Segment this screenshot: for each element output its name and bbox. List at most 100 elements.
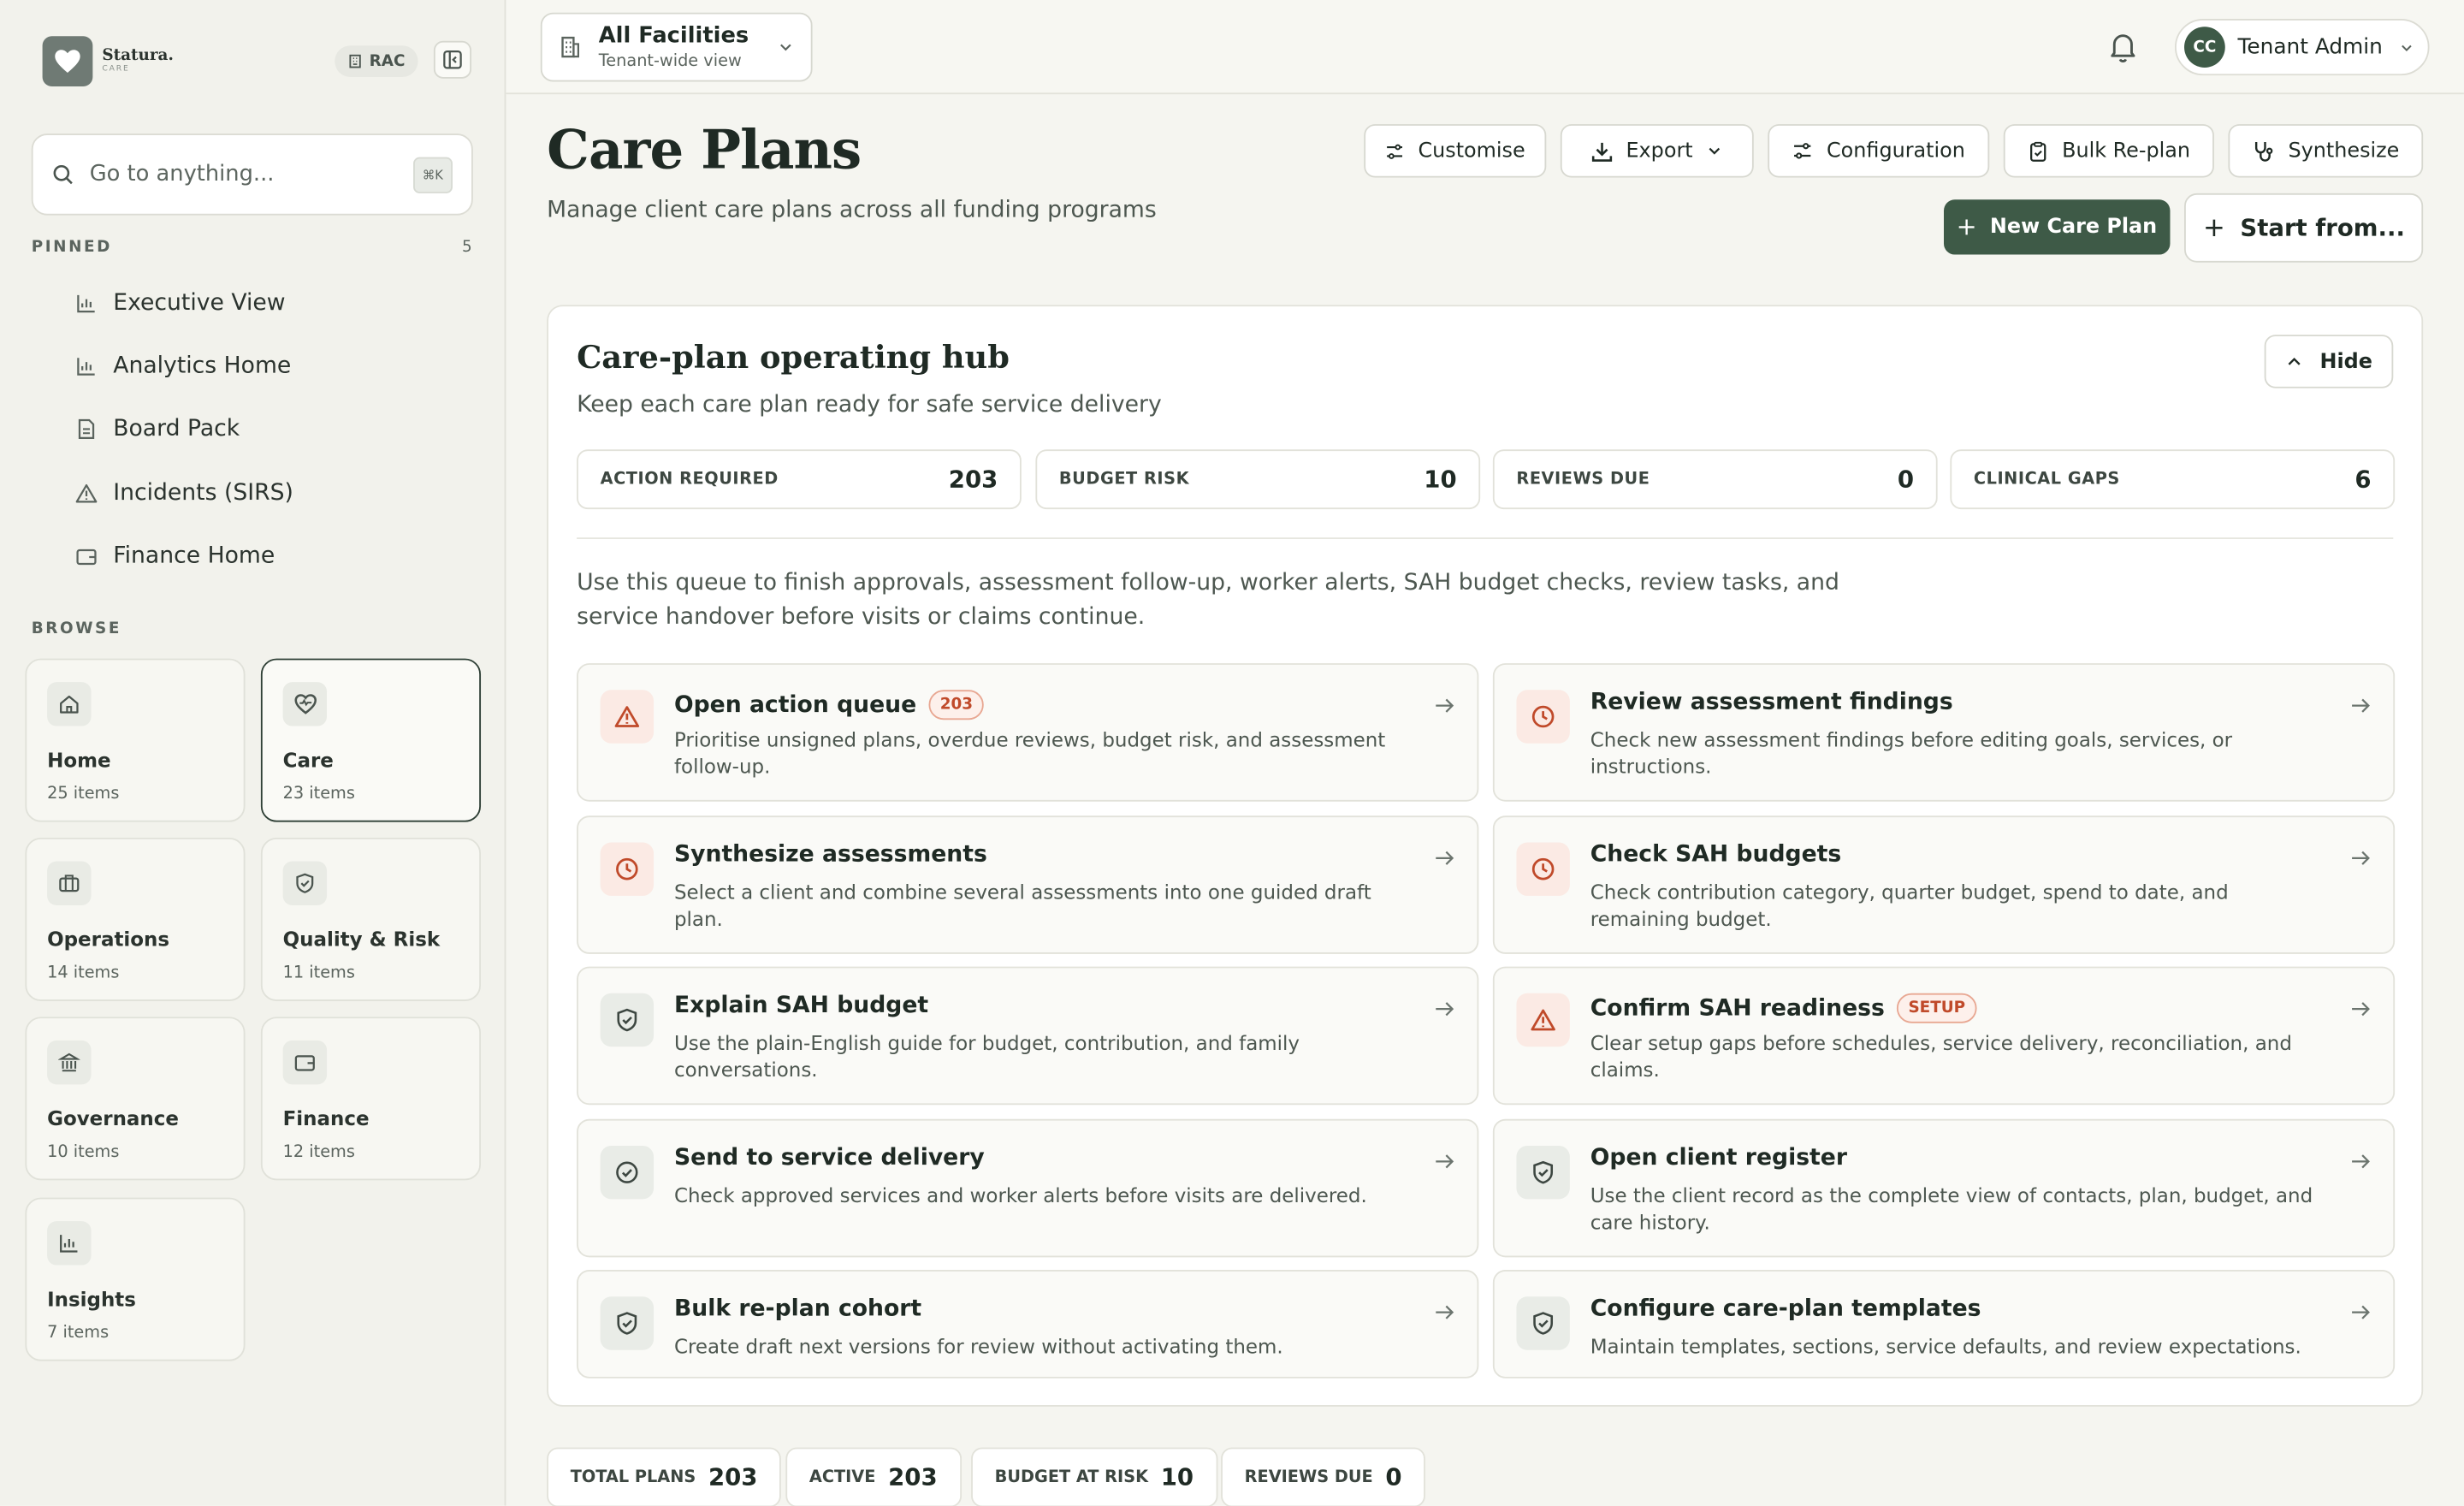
summary-label: ACTIVE <box>808 1467 876 1487</box>
tenant-tag-label: RAC <box>369 52 406 70</box>
clipboard-icon <box>2030 140 2046 161</box>
summary-active[interactable]: ACTIVE 203 <box>785 1447 962 1506</box>
facility-selector[interactable]: All Facilities Tenant-wide view <box>540 12 813 82</box>
bell-icon <box>2111 34 2135 62</box>
start-from-button[interactable]: Start from... <box>2184 193 2424 263</box>
arrow-right-icon <box>1436 851 1454 865</box>
page-subtitle: Manage client care plans across all fund… <box>547 198 1157 223</box>
action-configure-templates[interactable]: Configure care-plan templates Maintain t… <box>1492 1270 2396 1379</box>
customise-button[interactable]: Customise <box>1364 124 1547 178</box>
arrow-right-icon <box>1436 1154 1454 1169</box>
search-input[interactable] <box>89 162 398 187</box>
action-title: Send to service delivery <box>673 1145 985 1171</box>
synthesize-button[interactable]: Synthesize <box>2228 124 2424 178</box>
hide-label: Hide <box>2319 349 2372 374</box>
plus-icon <box>1959 219 1975 235</box>
stat-label: ACTION REQUIRED <box>600 470 779 489</box>
action-open-action-queue[interactable]: Open action queue 203 Prioritise unsigned… <box>577 663 1479 802</box>
download-icon <box>1591 141 1612 161</box>
summary-value: 10 <box>1160 1462 1194 1492</box>
pinned-item-executive-view[interactable]: Executive View <box>75 290 286 317</box>
tenant-tag[interactable]: RAC <box>335 45 418 77</box>
user-menu[interactable]: CC Tenant Admin <box>2174 19 2430 76</box>
shield-icon <box>1516 1296 1570 1350</box>
browse-card-count: 14 items <box>47 963 120 982</box>
shield-icon <box>282 861 328 905</box>
summary-budget-at-risk[interactable]: BUDGET AT RISK 10 <box>971 1447 1217 1506</box>
action-title: Review assessment findings <box>1590 690 1953 715</box>
search-icon <box>53 164 73 185</box>
new-care-plan-button[interactable]: New Care Plan <box>1943 199 2171 255</box>
action-description: Maintain templates, sections, service de… <box>1590 1334 2301 1358</box>
browse-card-quality-risk[interactable]: Quality & Risk 11 items <box>260 837 482 1001</box>
bulk-replan-button[interactable]: Bulk Re-plan <box>2003 124 2214 178</box>
action-description: Clear setup gaps before schedules, servi… <box>1590 1030 2292 1082</box>
action-title: Configure care-plan templates <box>1590 1296 1981 1322</box>
action-synthesize-assessments[interactable]: Synthesize assessments Select a client a… <box>577 815 1479 954</box>
stat-reviews-due[interactable]: REVIEWS DUE 0 <box>1492 449 1938 510</box>
collapse-sidebar-button[interactable] <box>433 40 472 79</box>
browse-card-title: Governance <box>47 1106 179 1130</box>
warning-icon <box>1516 993 1570 1047</box>
plus-icon <box>2205 219 2222 236</box>
summary-label: TOTAL PLANS <box>570 1467 696 1487</box>
summary-value: 0 <box>1385 1462 1402 1492</box>
action-bulk-replan-cohort[interactable]: Bulk re-plan cohort Create draft next ve… <box>577 1270 1479 1379</box>
pinned-item-label: Executive View <box>113 290 286 317</box>
check-circle-icon <box>600 1145 654 1200</box>
browse-card-finance[interactable]: Finance 12 items <box>260 1017 482 1181</box>
chart-icon <box>77 358 95 376</box>
action-explain-sah-budget[interactable]: Explain SAH budget Use the plain-English… <box>577 966 1479 1106</box>
shield-icon <box>1516 1145 1570 1200</box>
document-icon <box>78 418 95 439</box>
browse-card-governance[interactable]: Governance 10 items <box>25 1017 246 1181</box>
summary-reviews-due[interactable]: REVIEWS DUE 0 <box>1221 1447 1426 1506</box>
summary-total-plans[interactable]: TOTAL PLANS 203 <box>547 1447 782 1506</box>
pinned-item-board-pack[interactable]: Board Pack <box>75 417 240 442</box>
clock-icon <box>600 842 654 896</box>
browse-card-operations[interactable]: Operations 14 items <box>25 837 246 1001</box>
divider <box>577 537 2394 539</box>
home-icon <box>47 682 92 726</box>
export-button[interactable]: Export <box>1560 124 1754 178</box>
action-title: Explain SAH budget <box>673 993 929 1019</box>
stat-clinical-gaps[interactable]: CLINICAL GAPS 6 <box>1950 449 2396 510</box>
new-care-plan-label: New Care Plan <box>1989 215 2158 240</box>
stat-budget-risk[interactable]: BUDGET RISK 10 <box>1035 449 1481 510</box>
action-title: Check SAH budgets <box>1590 842 1842 868</box>
arrow-right-icon <box>2352 1154 2370 1169</box>
heart-icon <box>282 682 328 726</box>
arrow-right-icon <box>1436 1305 1454 1319</box>
action-review-assessment-findings[interactable]: Review assessment findings Check new ass… <box>1492 663 2396 802</box>
browse-card-care[interactable]: Care 23 items <box>260 658 482 822</box>
pinned-item-label: Incidents (SIRS) <box>113 481 293 507</box>
stat-action-required[interactable]: ACTION REQUIRED 203 <box>577 449 1022 510</box>
hide-hub-button[interactable]: Hide <box>2264 335 2394 388</box>
pinned-item-finance-home[interactable]: Finance Home <box>75 543 275 569</box>
hub-subtitle: Keep each care plan ready for safe servi… <box>577 393 1162 418</box>
notifications-button[interactable] <box>2106 30 2140 71</box>
brand-logo[interactable]: Statura. CARE <box>42 36 174 87</box>
clock-icon <box>1516 842 1570 896</box>
browse-card-count: 25 items <box>47 784 120 803</box>
action-confirm-sah-readiness[interactable]: Confirm SAH readiness SETUP Clear setup g… <box>1492 966 2396 1106</box>
browse-card-title: Care <box>282 748 334 772</box>
action-open-client-register[interactable]: Open client register Use the client reco… <box>1492 1118 2396 1258</box>
stethoscope-icon <box>2255 141 2273 161</box>
pinned-item-analytics-home[interactable]: Analytics Home <box>75 353 291 379</box>
pinned-item-incidents[interactable]: Incidents (SIRS) <box>75 481 293 506</box>
stat-label: BUDGET RISK <box>1058 470 1190 489</box>
browse-card-insights[interactable]: Insights 7 items <box>25 1197 246 1361</box>
action-check-sah-budgets[interactable]: Check SAH budgets Check contribution cat… <box>1492 815 2396 954</box>
arrow-right-icon <box>1436 698 1454 713</box>
summary-label: REVIEWS DUE <box>1244 1467 1373 1487</box>
action-description: Use the plain-English guide for budget, … <box>673 1030 1300 1082</box>
search-box[interactable]: ⌘K <box>31 133 473 216</box>
facility-subtitle: Tenant-wide view <box>598 51 742 71</box>
configuration-button[interactable]: Configuration <box>1768 124 1990 178</box>
action-send-to-service-delivery[interactable]: Send to service delivery Check approved … <box>577 1118 1479 1258</box>
action-title: Confirm SAH readiness <box>1590 995 1885 1021</box>
browse-card-home[interactable]: Home 25 items <box>25 658 246 822</box>
arrow-right-icon <box>2352 1305 2370 1319</box>
hub-title: Care-plan operating hub <box>577 337 1010 376</box>
